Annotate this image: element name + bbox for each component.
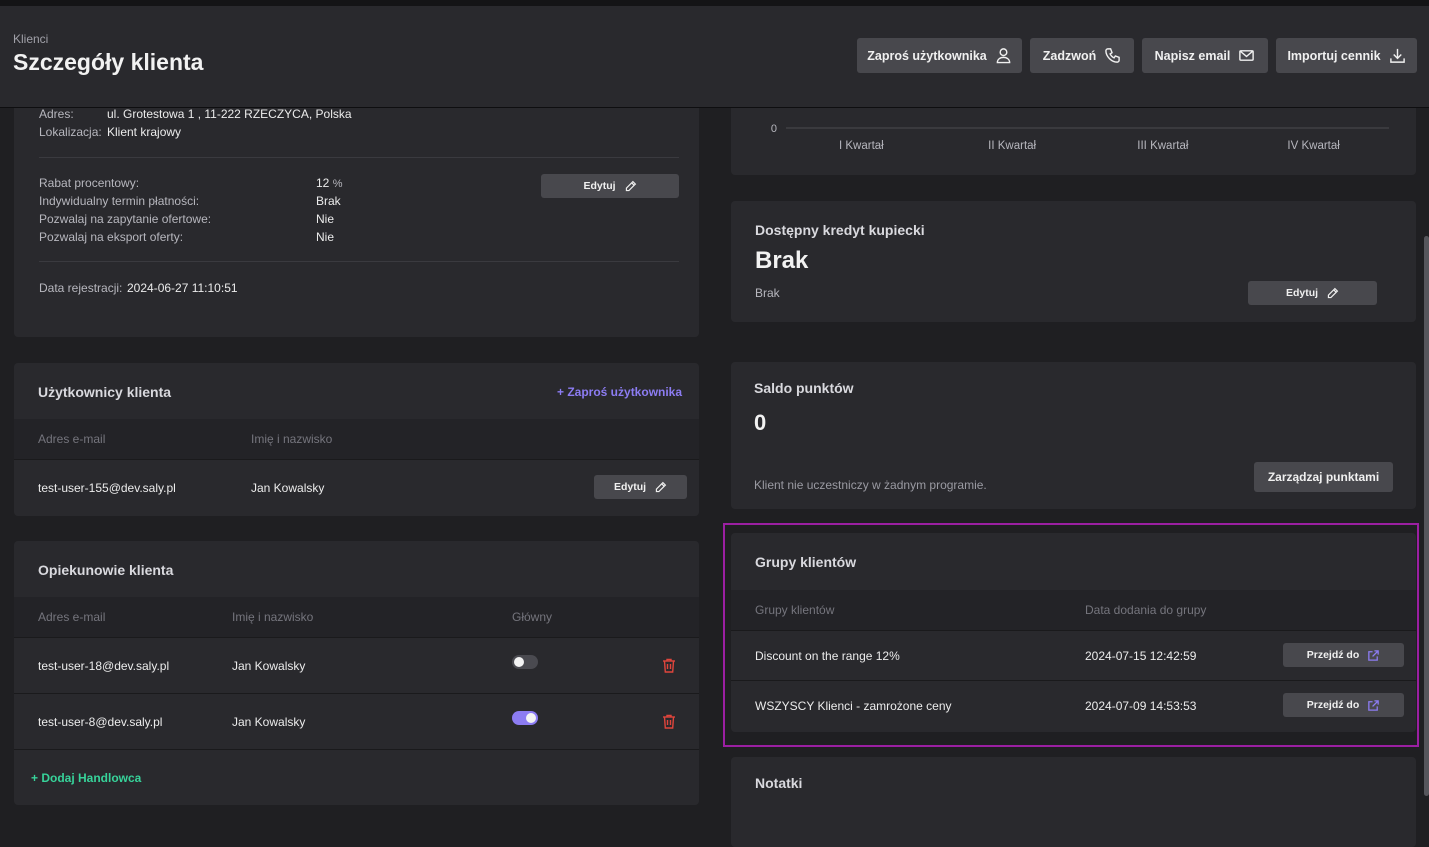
- row-divider: [14, 749, 699, 750]
- caretaker-email: test-user-8@dev.saly.pl: [38, 715, 163, 729]
- caretaker-email: test-user-18@dev.saly.pl: [38, 659, 170, 673]
- points-title: Saldo punktów: [754, 380, 854, 396]
- points-card: Saldo punktów 0 Klient nie uczestniczy w…: [731, 362, 1416, 509]
- col-email: Adres e-mail: [38, 610, 106, 624]
- table-header: Adres e-mail Imię i nazwisko: [14, 419, 699, 459]
- divider: [39, 157, 679, 158]
- discount-value: 12 %: [316, 176, 343, 190]
- x-tick-label: I Kwartał: [839, 140, 884, 152]
- location-value: Klient krajowy: [107, 125, 182, 139]
- main-toggle-on[interactable]: [512, 711, 538, 725]
- phone-icon: [1105, 48, 1121, 63]
- table-header: Adres e-mail Imię i nazwisko Główny: [14, 597, 699, 637]
- y-tick-label: 0: [771, 123, 777, 135]
- trash-icon[interactable]: [662, 714, 676, 729]
- call-button[interactable]: Zadzwoń: [1030, 38, 1134, 73]
- user-icon: [996, 48, 1011, 64]
- export-label: Pozwalaj na eksport oferty:: [39, 230, 184, 244]
- address-value: ul. Grotestowa 1 , 11-222 RZECZYCA, Pols…: [107, 107, 352, 121]
- client-info-card: Adres: ul. Grotestowa 1 , 11-222 RZECZYC…: [14, 80, 699, 337]
- points-value: 0: [754, 410, 767, 435]
- write-email-button[interactable]: Napisz email: [1142, 38, 1268, 73]
- rfq-label: Pozwalaj na zapytanie ofertowe:: [39, 212, 212, 226]
- x-tick-label: III Kwartał: [1137, 140, 1189, 152]
- row-divider: [14, 693, 699, 694]
- registered-label: Data rejestracji:: [39, 281, 123, 295]
- pencil-icon: [1327, 287, 1339, 298]
- export-value: Nie: [316, 230, 335, 244]
- main-toggle-off[interactable]: [512, 655, 538, 669]
- rfq-value: Nie: [316, 212, 335, 226]
- row-divider: [14, 459, 699, 460]
- divider: [39, 261, 679, 262]
- x-tick-label: IV Kwartał: [1287, 140, 1340, 152]
- client-users-title: Użytkownicy klienta: [38, 384, 172, 400]
- registered-value: 2024-06-27 11:10:51: [127, 281, 238, 295]
- payment-term-label: Indywidualny termin płatności:: [39, 194, 200, 208]
- location-label: Lokalizacja:: [39, 125, 102, 139]
- trash-icon[interactable]: [662, 658, 676, 673]
- credit-value: Brak: [755, 247, 809, 274]
- caretakers-card: Opiekunowie klienta Adres e-mail Imię i …: [14, 541, 699, 805]
- pencil-icon: [655, 481, 667, 492]
- pencil-icon: [625, 180, 636, 191]
- credit-title: Dostępny kredyt kupiecki: [755, 222, 925, 238]
- address-label: Adres:: [39, 107, 74, 121]
- page-title: Szczegóły klienta: [13, 49, 204, 75]
- credit-sub: Brak: [755, 286, 780, 300]
- col-name: Imię i nazwisko: [251, 432, 333, 446]
- invite-user-link[interactable]: + Zaproś użytkownika: [557, 385, 682, 399]
- discount-label: Rabat procentowy:: [39, 176, 140, 190]
- notes-title: Notatki: [755, 775, 803, 791]
- merchant-credit-card: Dostępny kredyt kupiecki Brak Brak Edytu…: [731, 201, 1416, 322]
- import-pricelist-button[interactable]: Importuj cennik: [1276, 38, 1417, 73]
- manage-points-button[interactable]: Zarządzaj punktami: [1254, 462, 1393, 492]
- edit-terms-button[interactable]: Edytuj: [541, 174, 679, 198]
- notes-card: Notatki: [731, 757, 1416, 847]
- caretaker-name: Jan Kowalsky: [232, 659, 306, 673]
- row-divider: [14, 637, 699, 638]
- edit-user-button[interactable]: Edytuj: [594, 475, 687, 499]
- highlight-box: [723, 523, 1419, 747]
- caretaker-name: Jan Kowalsky: [232, 715, 306, 729]
- user-name: Jan Kowalsky: [251, 481, 325, 495]
- mail-icon: [1239, 50, 1255, 61]
- client-users-card: Użytkownicy klienta + Zaproś użytkownika…: [14, 363, 699, 516]
- x-tick-label: II Kwartał: [988, 140, 1036, 152]
- points-note: Klient nie uczestniczy w żadnym programi…: [754, 478, 987, 492]
- download-icon: [1389, 48, 1405, 63]
- breadcrumb[interactable]: Klienci: [13, 32, 48, 46]
- user-email: test-user-155@dev.saly.pl: [38, 481, 176, 495]
- col-name: Imię i nazwisko: [232, 610, 314, 624]
- payment-term-value: Brak: [316, 194, 341, 208]
- col-main: Główny: [512, 610, 553, 624]
- add-salesperson-link[interactable]: + Dodaj Handlowca: [31, 771, 141, 785]
- col-email: Adres e-mail: [38, 432, 106, 446]
- scrollbar[interactable]: [1424, 236, 1429, 796]
- edit-credit-button[interactable]: Edytuj: [1248, 281, 1377, 305]
- invite-user-button[interactable]: Zaproś użytkownika: [857, 38, 1022, 73]
- page-header: Klienci Szczegóły klienta Zaproś użytkow…: [0, 6, 1429, 108]
- caretakers-title: Opiekunowie klienta: [38, 562, 174, 578]
